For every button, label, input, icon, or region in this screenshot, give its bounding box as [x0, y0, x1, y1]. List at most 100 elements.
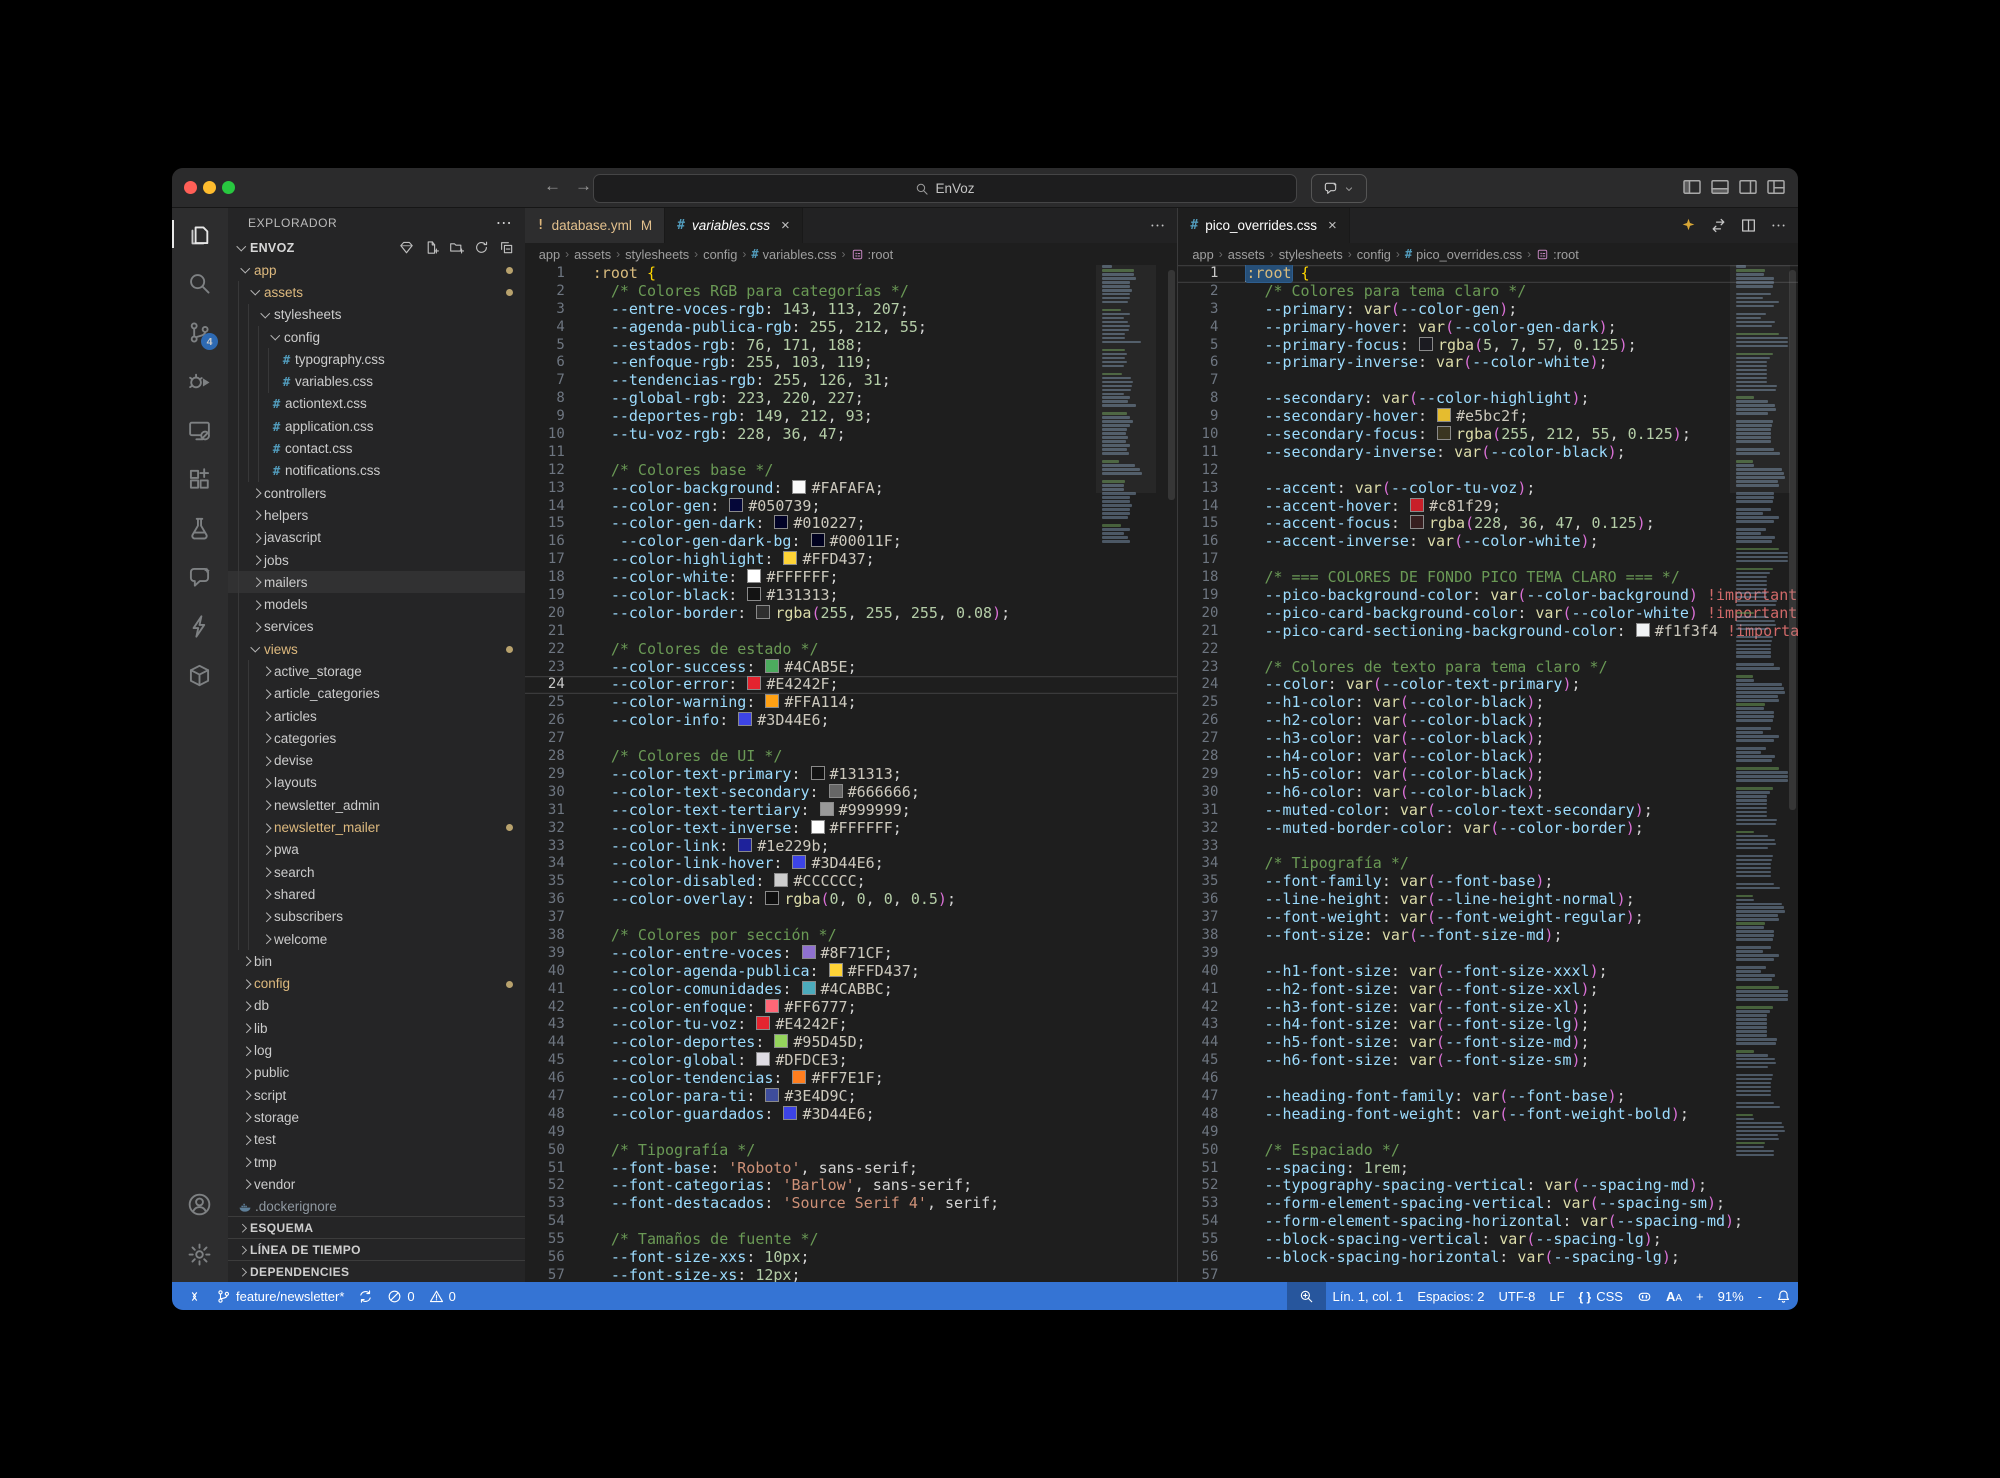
- collapse-all-icon[interactable]: [499, 240, 515, 256]
- status-text-size[interactable]: AA: [1659, 1282, 1689, 1310]
- tree-folder-subscribers[interactable]: subscribers: [228, 906, 525, 928]
- minimize-window-button[interactable]: [203, 181, 216, 194]
- scrollbar[interactable]: [1789, 270, 1796, 810]
- tree-folder-helpers[interactable]: helpers: [228, 504, 525, 526]
- tree-file-actiontext.css[interactable]: #actiontext.css: [228, 393, 525, 415]
- compare-icon[interactable]: [1710, 217, 1728, 235]
- tree-folder-test[interactable]: test: [228, 1129, 525, 1151]
- status-css[interactable]: { }CSS: [1572, 1282, 1630, 1310]
- tab-variables.css[interactable]: #variables.css×: [665, 208, 803, 243]
- tree-folder-bin[interactable]: bin: [228, 950, 525, 972]
- tree-folder-assets[interactable]: assets: [228, 281, 525, 303]
- tree-file-contact.css[interactable]: #contact.css: [228, 437, 525, 459]
- status-remote[interactable]: [180, 1282, 209, 1310]
- activity-extensions-icon[interactable]: [180, 459, 220, 499]
- activity-testing-icon[interactable]: [180, 508, 220, 548]
- tree-folder-views[interactable]: views: [228, 638, 525, 660]
- tree-folder-newsletter_mailer[interactable]: newsletter_mailer: [228, 816, 525, 838]
- activity-account-icon[interactable]: [180, 1184, 220, 1224]
- activity-explorer-icon[interactable]: [180, 214, 220, 254]
- new-file-icon[interactable]: [424, 240, 440, 256]
- minimap[interactable]: [1730, 265, 1790, 1282]
- status-utf-8[interactable]: UTF-8: [1492, 1282, 1543, 1310]
- tree-file-application.css[interactable]: #application.css: [228, 415, 525, 437]
- breadcrumb-item[interactable]: app: [539, 247, 560, 262]
- status-0[interactable]: 0: [380, 1282, 421, 1310]
- close-icon[interactable]: ×: [781, 217, 790, 234]
- status-zoom-in[interactable]: [1287, 1282, 1326, 1310]
- sidebar-section-esquema[interactable]: ESQUEMA: [228, 1216, 525, 1238]
- tree-folder-shared[interactable]: shared: [228, 883, 525, 905]
- status-l-n-1-col-1[interactable]: Lín. 1, col. 1: [1326, 1282, 1411, 1310]
- minimap-viewport[interactable]: [1096, 265, 1156, 493]
- more-icon[interactable]: [1770, 217, 1788, 235]
- tree-folder-newsletter_admin[interactable]: newsletter_admin: [228, 794, 525, 816]
- status-espacios-2[interactable]: Espacios: 2: [1410, 1282, 1491, 1310]
- status-91%[interactable]: 91%: [1711, 1282, 1751, 1310]
- history-forward-button[interactable]: →: [575, 176, 592, 196]
- tree-file-typography.css[interactable]: #typography.css: [228, 348, 525, 370]
- scrollbar[interactable]: [1168, 270, 1175, 500]
- project-section-header[interactable]: ENVOZ: [228, 237, 525, 259]
- tree-folder-pwa[interactable]: pwa: [228, 839, 525, 861]
- tree-folder-tmp[interactable]: tmp: [228, 1151, 525, 1173]
- tab-database.yml[interactable]: !database.ymlM: [525, 208, 665, 243]
- tree-folder-active_storage[interactable]: active_storage: [228, 660, 525, 682]
- layout-sidebar-right-icon[interactable]: [1738, 177, 1758, 197]
- status-+[interactable]: +: [1689, 1282, 1711, 1310]
- code-editor-pico-overrides-css[interactable]: 1:root {2 /* Colores para tema claro */3…: [1178, 265, 1798, 1282]
- tree-folder-models[interactable]: models: [228, 593, 525, 615]
- breadcrumb-item[interactable]: config: [703, 247, 737, 262]
- breadcrumb-item[interactable]: #pico_overrides.css: [1405, 247, 1522, 262]
- new-folder-icon[interactable]: [449, 240, 465, 256]
- sparkle-icon[interactable]: [1680, 217, 1698, 235]
- tree-folder-public[interactable]: public: [228, 1062, 525, 1084]
- split-icon[interactable]: [1740, 217, 1758, 235]
- tree-folder-services[interactable]: services: [228, 616, 525, 638]
- tree-folder-javascript[interactable]: javascript: [228, 527, 525, 549]
- more-icon[interactable]: [1149, 217, 1167, 235]
- layout-customize-icon[interactable]: [1766, 177, 1786, 197]
- status-lf[interactable]: LF: [1542, 1282, 1571, 1310]
- breadcrumb-item[interactable]: config: [1357, 247, 1391, 262]
- tab-pico_overrides.css[interactable]: #pico_overrides.css×: [1178, 208, 1349, 243]
- tree-file-notifications.css[interactable]: #notifications.css: [228, 460, 525, 482]
- tree-folder-welcome[interactable]: welcome: [228, 928, 525, 950]
- code-editor-variables-css[interactable]: 1:root {2 /* Colores RGB para categorías…: [525, 265, 1178, 1282]
- tree-folder-config[interactable]: config: [228, 326, 525, 348]
- minimap[interactable]: [1096, 265, 1156, 1282]
- tree-folder-lib[interactable]: lib: [228, 1017, 525, 1039]
- breadcrumb-item[interactable]: :root: [851, 247, 894, 262]
- tree-folder-log[interactable]: log: [228, 1039, 525, 1061]
- more-actions-icon[interactable]: ⋯: [496, 213, 513, 233]
- activity-settings-icon[interactable]: [180, 1234, 220, 1274]
- tree-folder-config[interactable]: config: [228, 973, 525, 995]
- breadcrumb-item[interactable]: assets: [1228, 247, 1265, 262]
- sidebar-section-dependencies[interactable]: DEPENDENCIES: [228, 1260, 525, 1282]
- tree-folder-devise[interactable]: devise: [228, 750, 525, 772]
- tree-folder-vendor[interactable]: vendor: [228, 1173, 525, 1195]
- tree-folder-mailers[interactable]: mailers: [228, 571, 525, 593]
- tree-folder-article_categories[interactable]: article_categories: [228, 683, 525, 705]
- activity-remote-explorer-icon[interactable]: [180, 410, 220, 450]
- breadcrumb-item[interactable]: stylesheets: [1279, 247, 1343, 262]
- layout-panel-icon[interactable]: [1710, 177, 1730, 197]
- activity-search-icon[interactable]: [180, 263, 220, 303]
- sidebar-section-l-nea-de-tiempo[interactable]: LÍNEA DE TIEMPO: [228, 1238, 525, 1260]
- tree-folder-stylesheets[interactable]: stylesheets: [228, 304, 525, 326]
- breadcrumb-item[interactable]: assets: [574, 247, 611, 262]
- close-window-button[interactable]: [184, 181, 197, 194]
- tree-folder-controllers[interactable]: controllers: [228, 482, 525, 504]
- layout-sidebar-left-icon[interactable]: [1682, 177, 1702, 197]
- close-icon[interactable]: ×: [1328, 217, 1337, 234]
- command-center-search[interactable]: EnVoz: [593, 174, 1297, 203]
- tree-file-.dockerignore[interactable]: .dockerignore: [228, 1195, 525, 1217]
- status-feature-newsletter-[interactable]: feature/newsletter*: [209, 1282, 351, 1310]
- tree-file-variables.css[interactable]: #variables.css: [228, 370, 525, 392]
- tree-folder-articles[interactable]: articles: [228, 705, 525, 727]
- breadcrumb-item[interactable]: stylesheets: [625, 247, 689, 262]
- tree-folder-db[interactable]: db: [228, 995, 525, 1017]
- refresh-icon[interactable]: [474, 240, 490, 256]
- copilot-menu-button[interactable]: [1311, 174, 1367, 203]
- tree-folder-app[interactable]: app: [228, 259, 525, 281]
